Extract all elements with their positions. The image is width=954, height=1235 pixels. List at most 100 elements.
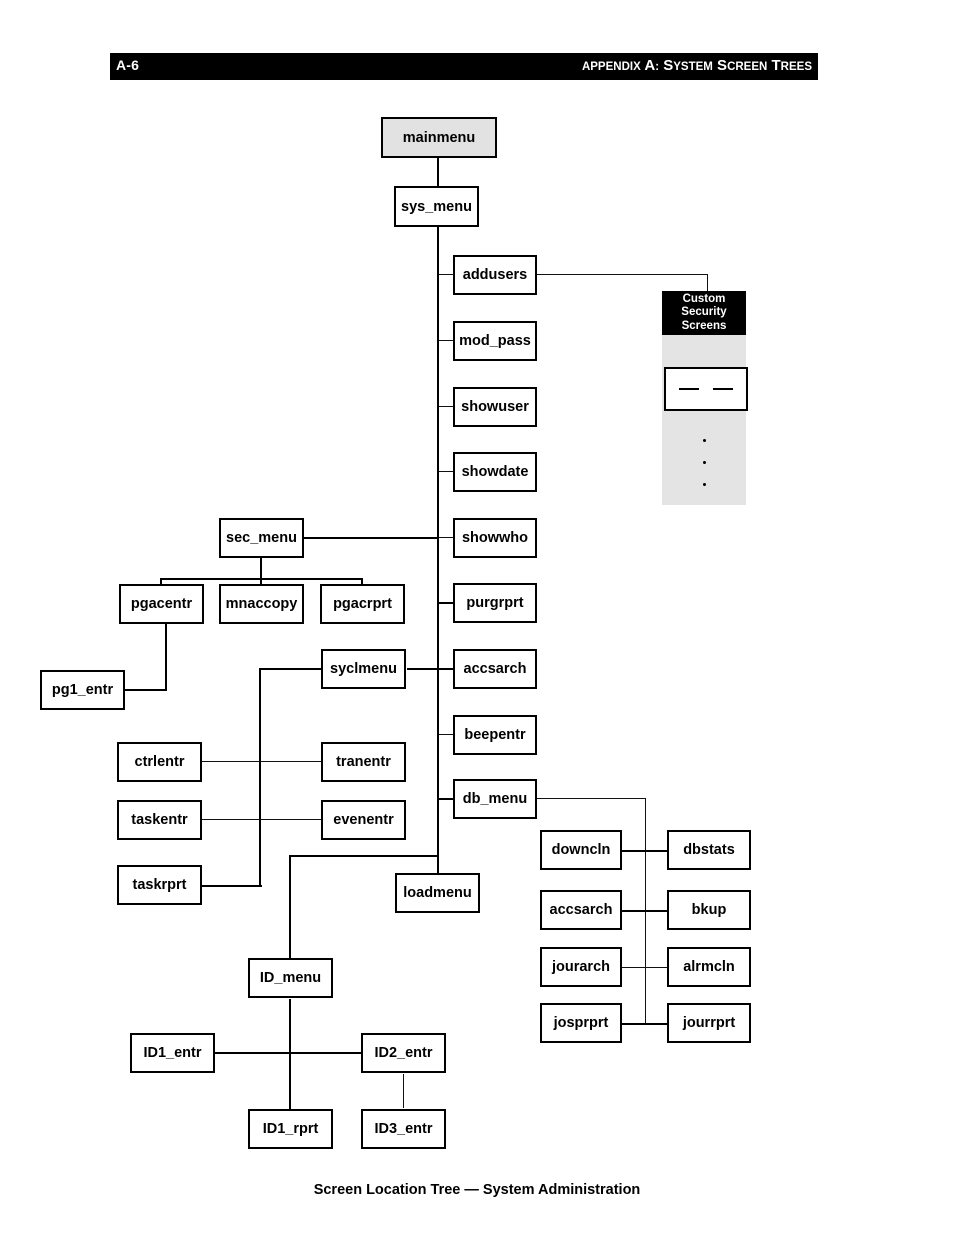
node-label: jourarch	[551, 959, 610, 975]
node-id-menu[interactable]: ID_menu	[248, 958, 333, 998]
node-label: beepentr	[464, 727, 526, 743]
node-label: alrmcln	[683, 959, 735, 975]
edge-pgacentr-down	[165, 624, 167, 690]
edge-syclmenu-left	[260, 668, 322, 670]
node-label: jourrprt	[682, 1015, 736, 1031]
node-label: showdate	[461, 464, 529, 480]
node-id1-rprt[interactable]: ID1_rprt	[248, 1109, 333, 1149]
node-label: accsarch	[549, 902, 613, 918]
edge-trunk-bottom-left	[289, 855, 439, 857]
node-label: ID1_rprt	[262, 1121, 319, 1137]
edge-trunk-purgrprt	[439, 602, 454, 604]
page-title-appendix-word: A	[581, 61, 591, 73]
node-label: mainmenu	[402, 129, 476, 146]
node-id3-entr[interactable]: ID3_entr	[361, 1109, 446, 1149]
node-bkup[interactable]: bkup	[667, 890, 751, 930]
page-title-appendix-rest: PPENDIX	[590, 61, 641, 73]
node-label: mod_pass	[459, 333, 531, 349]
node-jourarch[interactable]: jourarch	[540, 947, 622, 987]
node-sec-menu[interactable]: sec_menu	[219, 518, 304, 558]
node-accsarch-db[interactable]: accsarch	[540, 890, 622, 930]
edge-idmenu-vertical	[289, 999, 291, 1109]
custom-security-screens-header-text: Custom Security Screens	[681, 293, 726, 334]
edge-trunk-accsarch	[439, 668, 454, 670]
edge-jourarch-alrmcln	[621, 967, 669, 968]
node-label: taskrprt	[132, 877, 187, 893]
node-label: dbstats	[683, 842, 735, 858]
node-mnaccopy[interactable]: mnaccopy	[219, 584, 304, 624]
node-loadmenu[interactable]: loadmenu	[395, 873, 480, 913]
node-id2-entr[interactable]: ID2_entr	[361, 1033, 446, 1073]
node-addusers[interactable]: addusers	[453, 255, 537, 295]
node-ctrlentr[interactable]: ctrlentr	[117, 742, 202, 782]
page-title-letter: A	[644, 57, 656, 74]
node-mainmenu[interactable]: mainmenu	[381, 117, 497, 158]
node-showuser[interactable]: showuser	[453, 387, 537, 427]
edge-trunk-dbmenu	[439, 798, 454, 800]
node-label: pgacrprt	[333, 596, 392, 612]
node-label: evenentr	[333, 812, 394, 828]
custom-security-screens-panel: Custom Security Screens	[662, 291, 748, 505]
node-taskrprt[interactable]: taskrprt	[117, 865, 202, 905]
node-jourrprt[interactable]: jourrprt	[667, 1003, 751, 1043]
node-pgacentr[interactable]: pgacentr	[119, 584, 204, 624]
custom-security-placeholder-box[interactable]	[664, 367, 748, 411]
edge-trunk-loadmenu	[437, 855, 439, 873]
edge-addusers-custompanel	[536, 274, 708, 275]
node-label: showuser	[461, 399, 529, 415]
node-label: pgacentr	[130, 596, 193, 612]
custom-security-screens-header: Custom Security Screens	[662, 291, 746, 335]
node-label: tranentr	[336, 754, 391, 770]
node-label: sys_menu	[401, 198, 472, 215]
node-evenentr[interactable]: evenentr	[321, 800, 406, 840]
page-title-screen-cap: S	[717, 57, 728, 74]
page-title-system-cap: S	[663, 57, 674, 74]
node-pgacrprt[interactable]: pgacrprt	[320, 584, 405, 624]
page-title-trees-rest: REES	[780, 61, 812, 73]
node-label: ID2_entr	[374, 1045, 433, 1061]
node-db-menu[interactable]: db_menu	[453, 779, 537, 819]
page-title-system-rest: YSTEM	[673, 61, 713, 73]
node-showwho[interactable]: showwho	[453, 518, 537, 558]
figure-caption: Screen Location Tree — System Administra…	[313, 1182, 641, 1198]
node-label: ID_menu	[259, 970, 322, 986]
node-label: ctrlentr	[134, 754, 185, 770]
edge-secmenu-trunk	[303, 537, 439, 539]
node-label: addusers	[462, 267, 528, 283]
node-id1-entr[interactable]: ID1_entr	[130, 1033, 215, 1073]
node-beepentr[interactable]: beepentr	[453, 715, 537, 755]
node-label: db_menu	[462, 791, 528, 807]
node-mod-pass[interactable]: mod_pass	[453, 321, 537, 361]
ellipsis-dot-icon	[703, 461, 706, 464]
edge-trunk-modpass	[439, 340, 454, 341]
edge-syclmenu-vertical-bus	[259, 668, 261, 887]
edge-trunk-idmenu	[289, 855, 291, 958]
node-josprprt[interactable]: josprprt	[540, 1003, 622, 1043]
edge-trunk-showuser	[439, 406, 454, 407]
edge-trunk-beepentr	[439, 734, 454, 735]
node-alrmcln[interactable]: alrmcln	[667, 947, 751, 987]
node-pg1-entr[interactable]: pg1_entr	[40, 670, 125, 710]
node-tranentr[interactable]: tranentr	[321, 742, 406, 782]
node-syclmenu[interactable]: syclmenu	[321, 649, 406, 689]
edge-taskentr-evenentr	[202, 819, 321, 820]
edge-syclmenu-trunk	[407, 668, 439, 670]
node-label: pg1_entr	[51, 682, 114, 698]
csp-header-line-2: Security	[681, 306, 727, 319]
node-dbstats[interactable]: dbstats	[667, 830, 751, 870]
csp-header-line-3: Screens	[681, 319, 727, 332]
node-label: bkup	[691, 902, 727, 918]
node-showdate[interactable]: showdate	[453, 452, 537, 492]
page-header-bar: A-6 APPENDIX A: SYSTEM SCREEN TREES	[110, 53, 818, 80]
node-taskentr[interactable]: taskentr	[117, 800, 202, 840]
edge-trunk-showdate	[439, 471, 454, 472]
edge-downcln-dbstats	[621, 850, 669, 852]
node-sys-menu[interactable]: sys_menu	[394, 186, 479, 227]
edge-pgacentr-pg1entr	[124, 689, 167, 691]
node-purgrprt[interactable]: purgrprt	[453, 583, 537, 623]
edge-dbmenu-right	[536, 798, 646, 799]
node-label: accsarch	[463, 661, 527, 677]
node-label: ID1_entr	[143, 1045, 202, 1061]
node-downcln[interactable]: downcln	[540, 830, 622, 870]
node-accsarch-sys[interactable]: accsarch	[453, 649, 537, 689]
